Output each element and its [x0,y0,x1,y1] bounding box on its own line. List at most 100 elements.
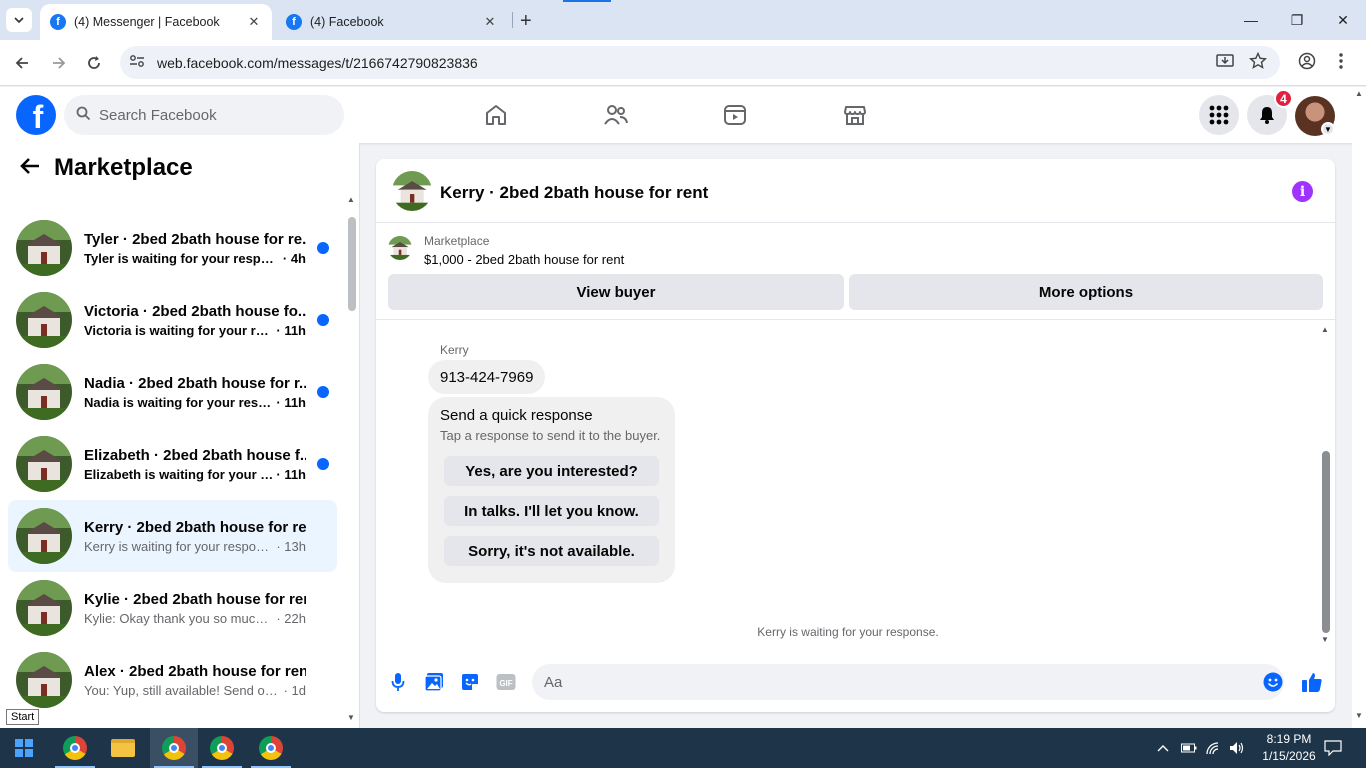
list-item[interactable]: Nadia · 2bed 2bath house for r... Nadia … [8,356,337,428]
chat-title[interactable]: Kerry · 2bed 2bath house for rent [440,183,708,203]
list-item[interactable]: Victoria · 2bed 2bath house fo... Victor… [8,284,337,356]
nav-video[interactable] [679,87,791,143]
message-bubble[interactable]: 913-424-7969 [428,360,546,394]
chat-avatar[interactable] [392,171,432,211]
tab-search-button[interactable] [6,8,32,32]
start-button[interactable] [0,728,48,768]
account-chevron-icon[interactable]: ▼ [1321,122,1335,136]
tab-messenger[interactable]: f (4) Messenger | Facebook ✕ [40,4,272,40]
unread-indicator [317,314,329,326]
new-tab-button[interactable]: + [520,10,532,33]
scroll-down-icon[interactable]: ▼ [347,713,355,722]
message-input[interactable] [532,664,1284,700]
notification-center-icon[interactable] [1324,728,1342,768]
network-icon[interactable] [1205,728,1221,768]
home-icon [486,105,506,125]
chrome-taskbar-app-active[interactable] [150,728,198,768]
reload-icon[interactable] [83,52,105,74]
volume-icon[interactable] [1229,728,1245,768]
tab-separator [512,12,513,28]
sticker-icon[interactable] [459,671,481,693]
view-buyer-button[interactable]: View buyer [388,274,844,310]
facebook-search[interactable] [64,95,344,135]
search-input[interactable] [99,106,319,124]
facebook-top-bar: f 4 ▼ [0,87,1366,143]
quick-response-yes-button[interactable]: Yes, are you interested? [444,456,659,486]
notifications-button[interactable]: 4 [1247,89,1293,135]
chat-panel: Kerry · 2bed 2bath house for rent i Mark… [376,159,1335,712]
back-arrow-icon[interactable] [11,52,33,74]
sidebar-scrollbar[interactable]: ▲ ▼ [346,195,358,725]
info-icon[interactable]: i [1292,181,1313,202]
chat-scrollbar[interactable]: ▲ ▼ [1320,325,1332,647]
friends-icon [604,105,628,125]
scroll-up-icon[interactable]: ▲ [1321,325,1329,334]
tab-facebook[interactable]: f (4) Facebook ✕ [276,4,508,40]
unread-indicator [317,242,329,254]
loading-indicator [563,0,611,2]
scroll-up-icon[interactable]: ▲ [347,195,355,204]
tab-close-icon[interactable]: ✕ [246,14,262,30]
chrome-taskbar-app[interactable] [247,728,295,768]
marketplace-icon [844,106,866,125]
taskbar-clock[interactable]: 8:19 PM 1/15/2026 [1256,731,1322,765]
conversation-name: Kerry · 2bed 2bath house for rent [84,518,306,536]
microphone-icon[interactable] [387,671,409,693]
sidebar-header: Marketplace [0,143,359,193]
list-item[interactable]: Tyler · 2bed 2bath house for re... Tyler… [8,212,337,284]
back-arrow-icon[interactable] [20,155,40,181]
svg-text:GIF: GIF [499,679,512,688]
listing-thumbnail [16,436,72,492]
file-explorer-taskbar-app[interactable] [99,728,147,768]
chrome-taskbar-app[interactable] [198,728,246,768]
listing-title[interactable]: $1,000 - 2bed 2bath house for rent [424,252,624,267]
menu-button[interactable] [1199,95,1239,135]
conversation-time: · 11h [276,466,306,482]
listing-thumbnail [16,580,72,636]
conversation-preview: Kerry is waiting for your response. [84,538,275,554]
chrome-taskbar-app[interactable] [51,728,99,768]
quick-response-not-available-button[interactable]: Sorry, it's not available. [444,536,659,566]
install-app-icon[interactable] [1216,52,1234,75]
tray-overflow-icon[interactable] [1156,728,1170,768]
list-item-selected[interactable]: Kerry · 2bed 2bath house for rent Kerry … [8,500,337,572]
tab-close-icon[interactable]: ✕ [482,14,498,30]
nav-home[interactable] [440,87,552,143]
window-close-icon[interactable]: ✕ [1320,0,1366,40]
nav-friends[interactable] [560,87,672,143]
list-item[interactable]: Elizabeth · 2bed 2bath house f... Elizab… [8,428,337,500]
photo-icon[interactable] [423,671,445,693]
thumbs-up-icon[interactable] [1301,671,1323,693]
conversation-preview: Victoria is waiting for your res... [84,322,275,338]
list-item[interactable]: Alex · 2bed 2bath house for rent You: Yu… [8,644,337,716]
restore-icon[interactable]: ❐ [1274,0,1320,40]
gif-icon[interactable]: GIF [495,671,517,693]
page-scrollbar[interactable]: ▲ ▼ [1352,87,1366,728]
more-options-button[interactable]: More options [849,274,1323,310]
scroll-up-icon[interactable]: ▲ [1355,89,1363,98]
conversation-preview: Elizabeth is waiting for your re... [84,466,275,482]
emoji-icon[interactable] [1262,671,1284,693]
profile-icon[interactable] [1298,52,1316,75]
browser-menu-icon[interactable] [1338,52,1344,75]
bookmark-star-icon[interactable] [1248,51,1268,75]
conversation-time: · 4h [282,250,306,266]
scrollbar-thumb[interactable] [348,217,356,311]
nav-marketplace[interactable] [799,87,911,143]
facebook-logo-icon[interactable]: f [16,95,56,135]
chrome-icon [162,736,186,760]
chrome-icon [259,736,283,760]
conversation-name: Tyler · 2bed 2bath house for re... [84,230,306,248]
scroll-down-icon[interactable]: ▼ [1321,635,1329,644]
minimize-icon[interactable]: — [1228,0,1274,40]
scroll-down-icon[interactable]: ▼ [1355,711,1363,720]
scrollbar-thumb[interactable] [1322,451,1330,633]
quick-response-in-talks-button[interactable]: In talks. I'll let you know. [444,496,659,526]
conversation-preview: Nadia is waiting for your respo... [84,394,275,410]
forward-arrow-icon[interactable] [48,52,70,74]
conversation-time: · 22h [276,610,306,626]
battery-icon[interactable] [1181,728,1197,768]
list-item[interactable]: Kylie · 2bed 2bath house for rent Kylie:… [8,572,337,644]
site-info-icon[interactable] [129,54,151,71]
address-bar[interactable]: web.facebook.com/messages/t/216674279082… [120,46,1280,79]
